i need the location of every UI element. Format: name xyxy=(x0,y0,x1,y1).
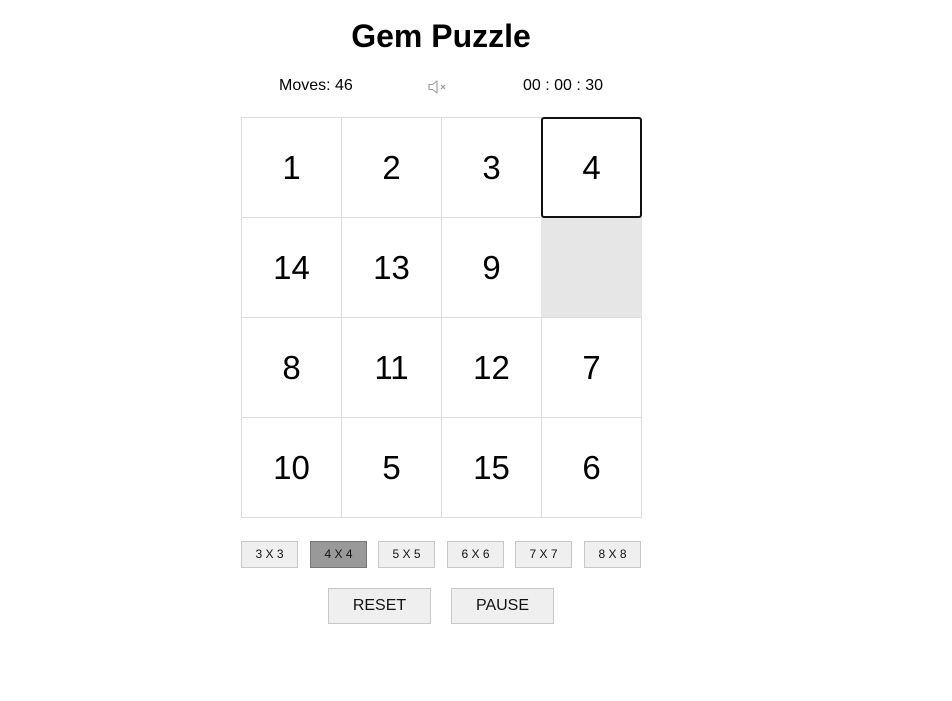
puzzle-tile[interactable]: 14 xyxy=(241,217,342,318)
puzzle-tile[interactable]: 7 xyxy=(541,317,642,418)
size-8x8-button[interactable]: 8 X 8 xyxy=(584,541,641,568)
moves-counter: Moves: 46 xyxy=(279,77,353,94)
puzzle-tile[interactable]: 9 xyxy=(441,217,542,318)
puzzle-tile[interactable]: 1 xyxy=(241,117,342,218)
board-size-selector: 3 X 3 4 X 4 5 X 5 6 X 6 7 X 7 8 X 8 xyxy=(241,541,641,568)
pause-button[interactable]: PAUSE xyxy=(451,588,554,624)
puzzle-tile[interactable]: 12 xyxy=(441,317,542,418)
status-bar: Moves: 46 00 : 00 : 30 xyxy=(241,76,641,96)
action-buttons: RESET PAUSE xyxy=(328,588,554,624)
puzzle-tile[interactable]: 11 xyxy=(341,317,442,418)
speaker-muted-icon-graphic xyxy=(428,80,446,94)
puzzle-tile[interactable]: 5 xyxy=(341,417,442,518)
puzzle-tile[interactable]: 6 xyxy=(541,417,642,518)
size-4x4-button[interactable]: 4 X 4 xyxy=(310,541,367,568)
reset-button[interactable]: RESET xyxy=(328,588,431,624)
puzzle-tile-selected[interactable]: 4 xyxy=(541,117,642,218)
puzzle-tile[interactable]: 10 xyxy=(241,417,342,518)
puzzle-tile[interactable]: 3 xyxy=(441,117,542,218)
size-3x3-button[interactable]: 3 X 3 xyxy=(241,541,298,568)
page-title: Gem Puzzle xyxy=(351,18,531,54)
puzzle-tile[interactable]: 8 xyxy=(241,317,342,418)
timer: 00 : 00 : 30 xyxy=(523,77,604,94)
puzzle-board: 1 2 3 4 14 13 9 8 11 12 7 10 5 15 6 xyxy=(241,117,642,518)
size-7x7-button[interactable]: 7 X 7 xyxy=(515,541,572,568)
gem-puzzle-app: Gem Puzzle Moves: 46 00 : 00 : 30 1 2 3 … xyxy=(0,0,952,701)
puzzle-tile[interactable]: 15 xyxy=(441,417,542,518)
puzzle-tile[interactable]: 13 xyxy=(341,217,442,318)
puzzle-tile[interactable]: 2 xyxy=(341,117,442,218)
speaker-muted-icon[interactable] xyxy=(427,78,451,96)
size-6x6-button[interactable]: 6 X 6 xyxy=(447,541,504,568)
empty-cell xyxy=(541,217,642,318)
size-5x5-button[interactable]: 5 X 5 xyxy=(378,541,435,568)
